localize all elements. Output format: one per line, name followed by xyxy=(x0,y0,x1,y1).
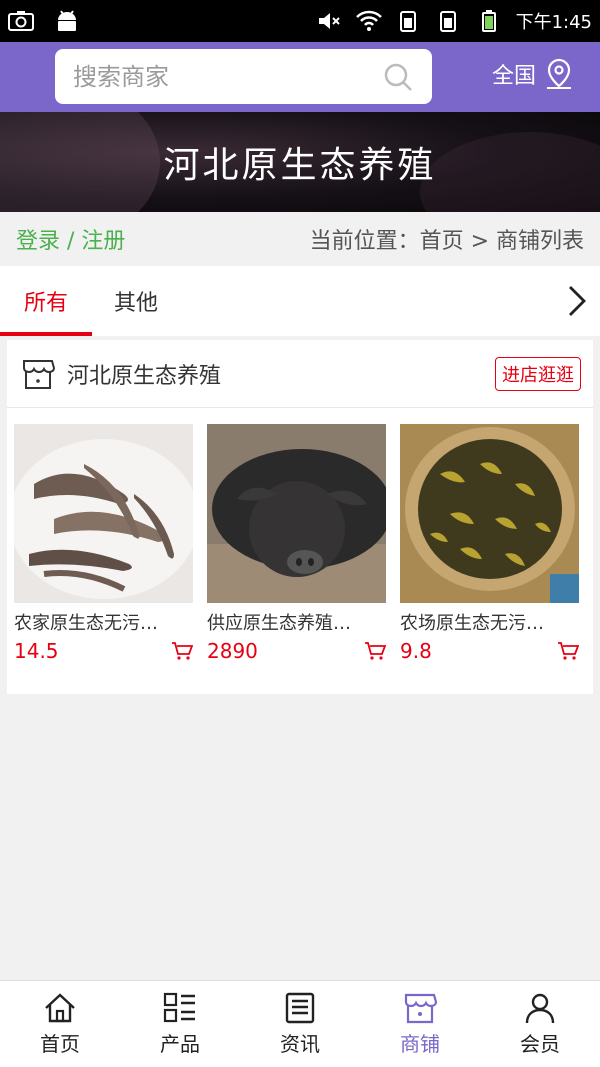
sim1-signal-icon xyxy=(399,11,416,32)
product-item[interactable]: 农场原生态无污… 9.8 xyxy=(400,424,593,663)
product-image-pig[interactable] xyxy=(207,424,386,603)
region-label: 全国 xyxy=(492,64,537,89)
cart-icon[interactable] xyxy=(557,641,579,661)
product-price: 9.8 xyxy=(400,639,432,663)
screenshot-icon xyxy=(8,11,34,31)
banner-title: 河北原生态养殖 xyxy=(163,145,437,186)
location-pin-icon xyxy=(547,58,572,89)
region-selector[interactable]: 全国 xyxy=(492,58,574,90)
product-item[interactable]: 农家原生态无污… 14.5 xyxy=(14,424,207,663)
sim2-signal-icon xyxy=(439,11,456,32)
product-item[interactable]: 供应原生态养殖… 2890 xyxy=(207,424,400,663)
bottom-nav: 首页 产品 资讯 商铺 会员 xyxy=(0,980,600,1067)
product-list: 农家原生态无污… 14.5 供应原生态养殖… 2890 农场原生态无污… 9.8 xyxy=(7,424,593,663)
login-breadcrumb-row: 登录 / 注册 当前位置：首页 > 商铺列表 xyxy=(0,212,600,266)
nav-shops-label: 商铺 xyxy=(400,1031,440,1056)
store-icon xyxy=(23,359,55,389)
enter-shop-button[interactable]: 进店逛逛 xyxy=(495,356,581,391)
shop-header[interactable]: 河北原生态养殖 进店逛逛 xyxy=(7,340,593,408)
breadcrumb: 当前位置：首页 > 商铺列表 xyxy=(309,229,584,254)
top-header: 全国 xyxy=(0,42,600,112)
mute-icon xyxy=(318,13,340,29)
shop-card: 河北原生态养殖 进店逛逛 农家原生态无污… 14.5 供应原生态养殖… 2890… xyxy=(7,340,593,694)
product-name: 供应原生态养殖… xyxy=(207,613,351,634)
nav-news[interactable]: 资讯 xyxy=(240,981,360,1067)
status-bar: 下午1:45 xyxy=(0,0,600,42)
user-icon xyxy=(525,993,555,1023)
product-name: 农场原生态无污… xyxy=(400,613,544,634)
cart-icon[interactable] xyxy=(364,641,386,661)
nav-home[interactable]: 首页 xyxy=(0,981,120,1067)
nav-products-label: 产品 xyxy=(160,1031,200,1056)
product-image-fish-basket[interactable] xyxy=(400,424,579,603)
tabs-more-arrow[interactable] xyxy=(554,266,600,336)
news-icon xyxy=(285,992,315,1023)
product-image-catfish[interactable] xyxy=(14,424,193,603)
nav-news-label: 资讯 xyxy=(280,1031,320,1056)
battery-icon xyxy=(481,10,496,32)
product-name: 农家原生态无污… xyxy=(14,613,158,634)
nav-products[interactable]: 产品 xyxy=(120,981,240,1067)
home-icon xyxy=(45,992,75,1022)
wifi-icon xyxy=(355,10,382,31)
nav-member[interactable]: 会员 xyxy=(480,981,600,1067)
product-price: 2890 xyxy=(207,639,258,663)
shop-banner: 河北原生态养殖 xyxy=(0,112,600,212)
android-icon xyxy=(58,10,76,31)
search-input[interactable] xyxy=(73,62,382,91)
nav-home-label: 首页 xyxy=(40,1031,80,1056)
search-icon[interactable] xyxy=(382,61,414,93)
category-tabs: 所有 其他 xyxy=(0,266,600,336)
shop-name: 河北原生态养殖 xyxy=(67,363,222,389)
tab-other[interactable]: 其他 xyxy=(92,266,180,336)
product-price: 14.5 xyxy=(14,639,59,663)
chevron-right-icon xyxy=(569,286,586,316)
clock: 下午1:45 xyxy=(515,12,592,33)
nav-member-label: 会员 xyxy=(520,1031,560,1056)
search-box[interactable] xyxy=(55,49,432,104)
login-register-link[interactable]: 登录 / 注册 xyxy=(16,223,125,255)
tab-all[interactable]: 所有 xyxy=(0,266,92,336)
list-icon xyxy=(163,992,195,1022)
nav-shops[interactable]: 商铺 xyxy=(360,981,480,1067)
shop-icon xyxy=(404,993,437,1023)
cart-icon[interactable] xyxy=(171,641,193,661)
